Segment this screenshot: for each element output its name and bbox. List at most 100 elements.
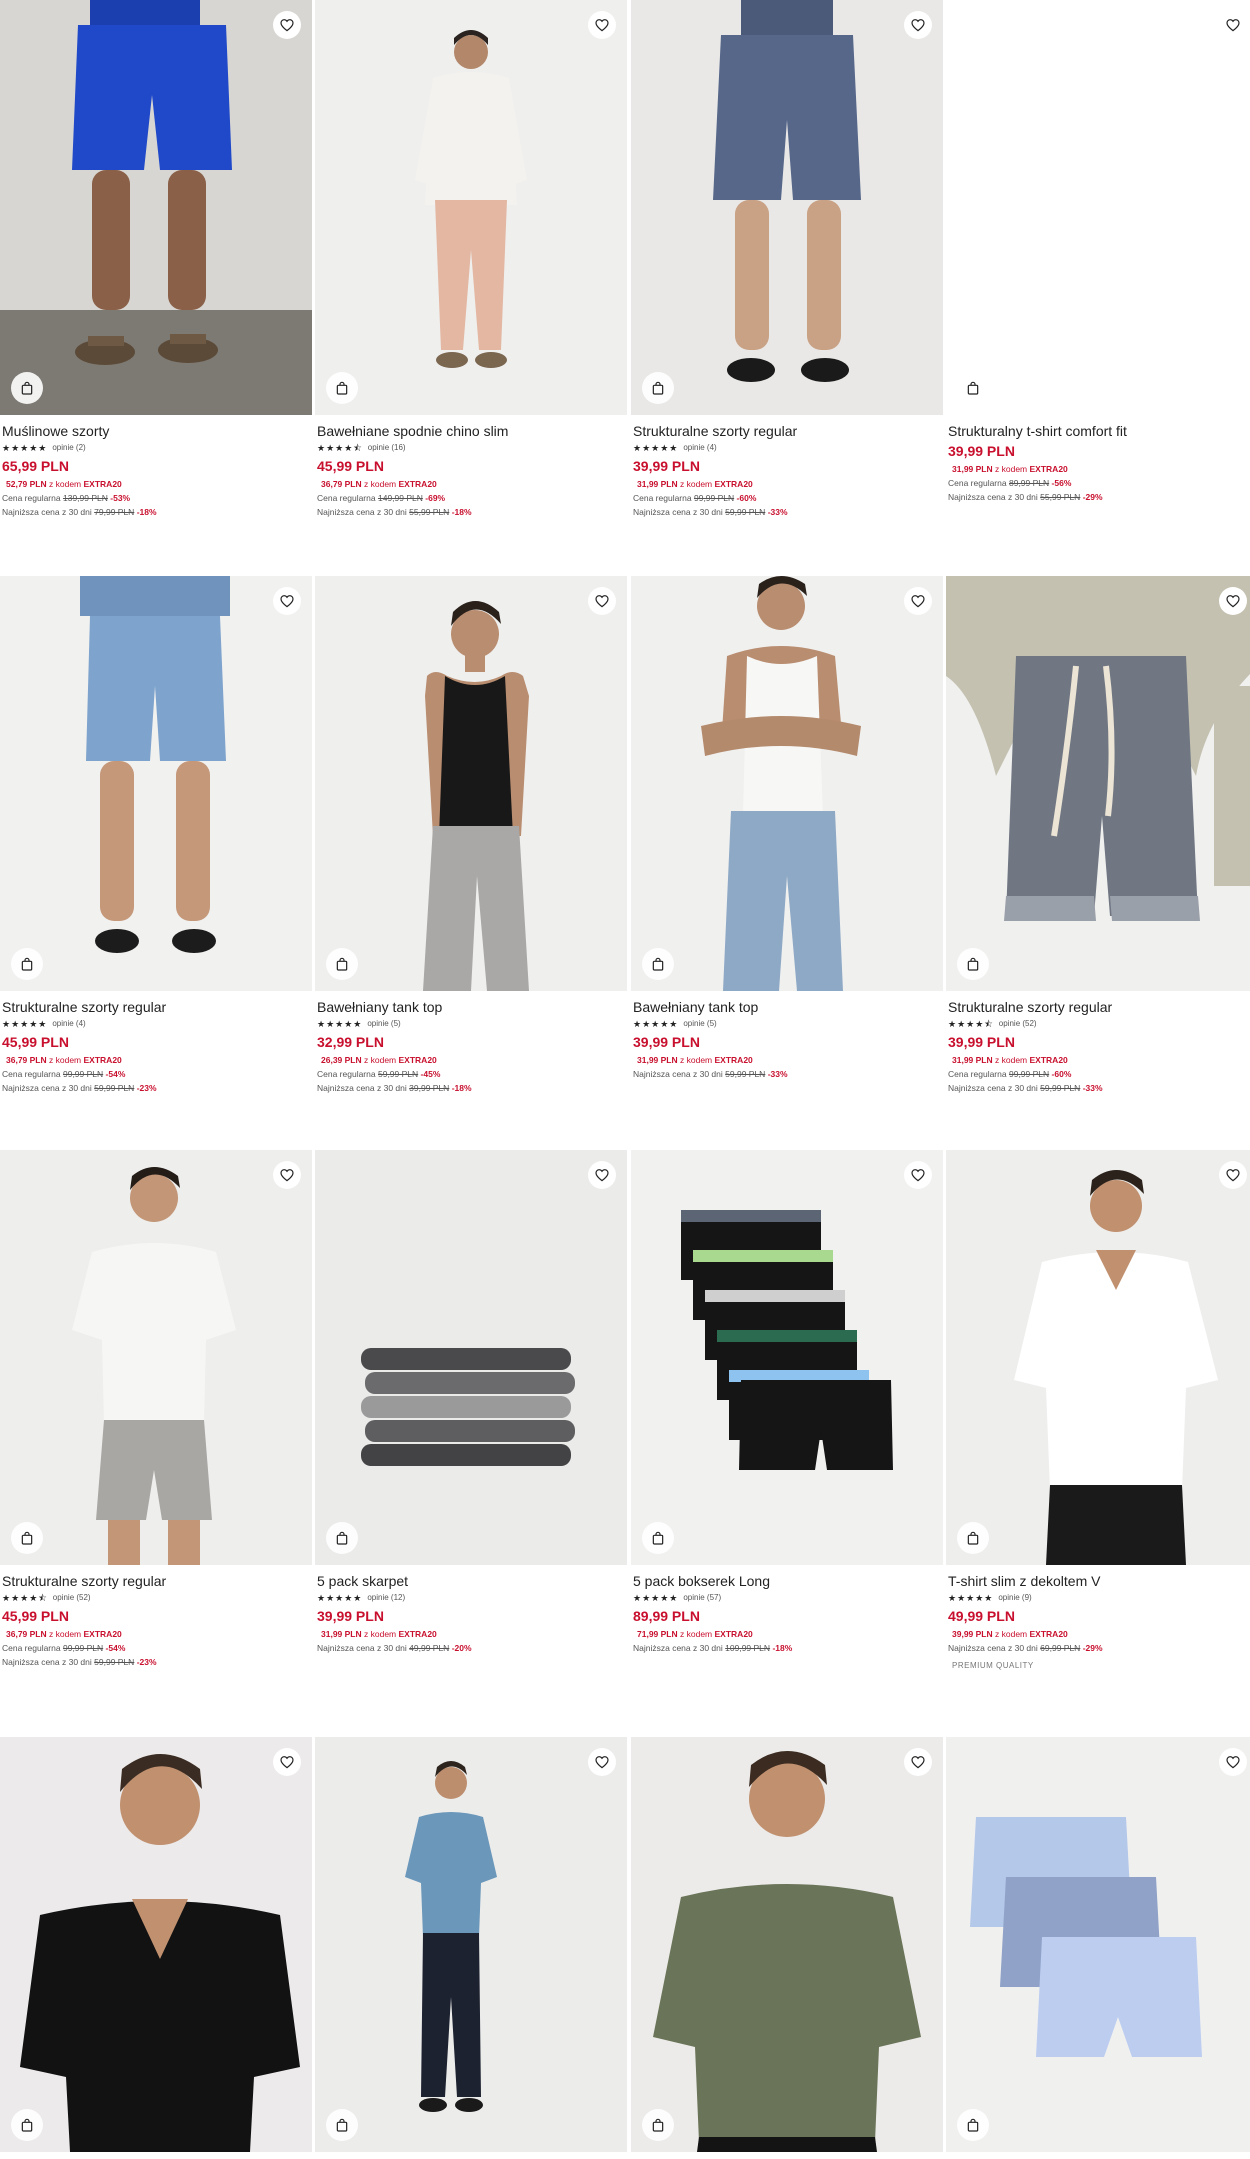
product-image[interactable] [946,576,1250,991]
heart-icon[interactable] [273,587,301,615]
product-name[interactable]: Muślinowe szorty [2,423,310,439]
product-image[interactable] [315,1737,627,2152]
review-count[interactable]: opinie (4) [683,443,716,453]
review-count[interactable]: opinie (57) [683,1593,721,1603]
product-image[interactable] [631,1150,943,1565]
heart-icon[interactable] [588,11,616,39]
review-count[interactable]: opinie (16) [368,443,406,453]
heart-icon[interactable] [904,1161,932,1189]
product-photo[interactable] [0,1150,312,1565]
product-card[interactable]: Strukturalne szorty regular ★★★★★ opinie… [0,576,312,1094]
shopping-bag-icon[interactable] [642,1522,674,1554]
review-count[interactable]: opinie (2) [52,443,85,453]
product-card[interactable] [0,1737,312,2152]
heart-icon[interactable] [1219,1161,1247,1189]
review-count[interactable]: opinie (5) [683,1019,716,1029]
review-count[interactable]: opinie (5) [367,1019,400,1029]
product-name[interactable]: Strukturalne szorty regular [2,1573,310,1589]
heart-icon[interactable] [588,587,616,615]
product-name[interactable]: Bawełniany tank top [633,999,941,1015]
product-photo[interactable] [631,1737,943,2152]
heart-icon[interactable] [1219,1748,1247,1776]
shopping-bag-icon[interactable] [326,372,358,404]
product-card[interactable]: 5 pack skarpet ★★★★★ opinie (12) 39,99 P… [315,1150,627,1654]
product-card[interactable]: Bawełniany tank top ★★★★★ opinie (5) 39,… [631,576,943,1080]
product-image[interactable] [946,0,1250,415]
product-photo[interactable] [946,1737,1250,2152]
review-count[interactable]: opinie (9) [998,1593,1031,1603]
shopping-bag-icon[interactable] [11,948,43,980]
product-card[interactable] [631,1737,943,2152]
product-name[interactable]: Strukturalne szorty regular [2,999,310,1015]
product-image[interactable] [631,0,943,415]
product-photo[interactable] [946,0,1250,415]
shopping-bag-icon[interactable] [957,948,989,980]
shopping-bag-icon[interactable] [642,372,674,404]
shopping-bag-icon[interactable] [957,2109,989,2141]
product-photo[interactable] [631,0,943,415]
heart-icon[interactable] [904,1748,932,1776]
shopping-bag-icon[interactable] [326,1522,358,1554]
heart-icon[interactable] [273,1161,301,1189]
product-name[interactable]: 5 pack bokserek Long [633,1573,941,1589]
shopping-bag-icon[interactable] [326,948,358,980]
product-name[interactable]: Strukturalne szorty regular [948,999,1250,1015]
heart-icon[interactable] [1219,11,1247,39]
product-card[interactable]: Strukturalne szorty regular ★★★★⯪ opinie… [946,576,1250,1094]
product-image[interactable] [946,1150,1250,1565]
product-name[interactable]: T-shirt slim z dekoltem V [948,1573,1250,1589]
heart-icon[interactable] [904,587,932,615]
product-photo[interactable] [0,1737,312,2152]
review-count[interactable]: opinie (12) [367,1593,405,1603]
product-name[interactable]: Strukturalne szorty regular [633,423,941,439]
product-image[interactable] [0,576,312,991]
shopping-bag-icon[interactable] [642,2109,674,2141]
product-photo[interactable] [315,1150,627,1565]
product-image[interactable] [315,576,627,991]
product-image[interactable] [315,0,627,415]
product-card[interactable] [946,1737,1250,2152]
product-card[interactable]: Bawełniane spodnie chino slim ★★★★⯪ opin… [315,0,627,518]
product-card[interactable]: 5 pack bokserek Long ★★★★★ opinie (57) 8… [631,1150,943,1654]
product-image[interactable] [631,576,943,991]
product-photo[interactable] [946,576,1250,991]
heart-icon[interactable] [273,1748,301,1776]
shopping-bag-icon[interactable] [957,372,989,404]
review-count[interactable]: opinie (52) [53,1593,91,1603]
product-card[interactable]: T-shirt slim z dekoltem V ★★★★★ opinie (… [946,1150,1250,1670]
product-photo[interactable] [946,1150,1250,1565]
shopping-bag-icon[interactable] [957,1522,989,1554]
product-image[interactable] [631,1737,943,2152]
shopping-bag-icon[interactable] [11,1522,43,1554]
product-card[interactable]: Strukturalne szorty regular ★★★★⯪ opinie… [0,1150,312,1668]
product-image[interactable] [0,1150,312,1565]
product-card[interactable]: Strukturalne szorty regular ★★★★★ opinie… [631,0,943,518]
product-photo[interactable] [315,1737,627,2152]
product-name[interactable]: Strukturalny t-shirt comfort fit [948,423,1250,439]
heart-icon[interactable] [904,11,932,39]
shopping-bag-icon[interactable] [11,372,43,404]
heart-icon[interactable] [588,1161,616,1189]
product-image[interactable] [0,1737,312,2152]
shopping-bag-icon[interactable] [642,948,674,980]
product-card[interactable]: Bawełniany tank top ★★★★★ opinie (5) 32,… [315,576,627,1094]
product-card[interactable] [315,1737,627,2152]
shopping-bag-icon[interactable] [11,2109,43,2141]
product-image[interactable] [0,0,312,415]
heart-icon[interactable] [1219,587,1247,615]
product-image[interactable] [315,1150,627,1565]
product-name[interactable]: Bawełniany tank top [317,999,625,1015]
product-name[interactable]: 5 pack skarpet [317,1573,625,1589]
review-count[interactable]: opinie (4) [52,1019,85,1029]
product-photo[interactable] [631,1150,943,1565]
product-photo[interactable] [0,576,312,991]
shopping-bag-icon[interactable] [326,2109,358,2141]
heart-icon[interactable] [273,11,301,39]
product-name[interactable]: Bawełniane spodnie chino slim [317,423,625,439]
review-count[interactable]: opinie (52) [999,1019,1037,1029]
product-photo[interactable] [631,576,943,991]
product-photo[interactable] [315,0,627,415]
product-photo[interactable] [315,576,627,991]
product-card[interactable]: Strukturalny t-shirt comfort fit 39,99 PL… [946,0,1250,503]
heart-icon[interactable] [588,1748,616,1776]
